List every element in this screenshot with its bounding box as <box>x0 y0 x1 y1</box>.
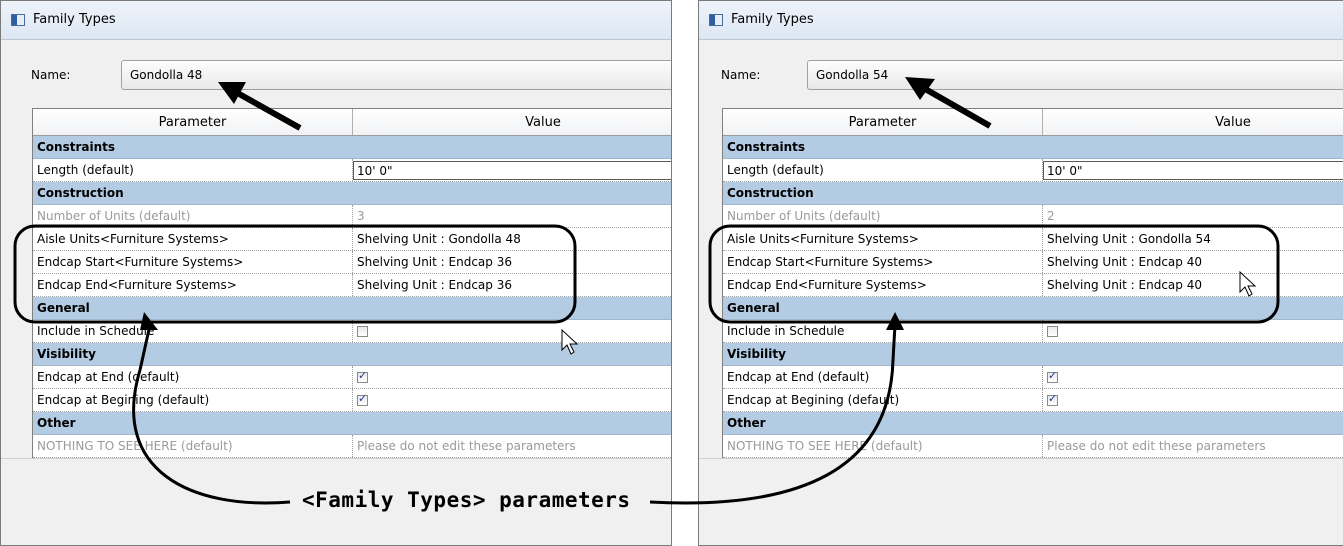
window-title: Family Types <box>33 12 116 27</box>
param-name: Endcap at End (default) <box>33 366 353 388</box>
type-name-value: Gondolla 54 <box>816 68 889 82</box>
length-value-input[interactable]: 10' 0" <box>353 160 671 180</box>
callout-label: <Family Types> parameters <box>296 488 637 512</box>
type-name-dropdown[interactable]: Gondolla 54 <box>807 60 1343 90</box>
group-constraints[interactable]: Constraints <box>723 136 1343 159</box>
param-name: Endcap End<Furniture Systems> <box>723 274 1043 296</box>
param-name: Endcap Start<Furniture Systems> <box>33 251 353 273</box>
param-row-nothing-to-see: NOTHING TO SEE HERE (default) Please do … <box>33 435 671 458</box>
window-icon <box>709 14 723 26</box>
param-name: Aisle Units<Furniture Systems> <box>33 228 353 250</box>
title-bar: Family Types <box>1 1 671 40</box>
param-row-number-of-units: Number of Units (default) 3 <box>33 205 671 228</box>
param-name: Number of Units (default) <box>723 205 1043 227</box>
param-row-number-of-units: Number of Units (default) 2 <box>723 205 1343 228</box>
param-row-endcap-start[interactable]: Endcap Start<Furniture Systems> Shelving… <box>723 251 1343 274</box>
group-visibility[interactable]: Visibility <box>33 343 671 366</box>
include-in-schedule-checkbox[interactable] <box>1047 325 1058 337</box>
param-value[interactable]: Shelving Unit : Gondolla 48 <box>353 228 671 250</box>
param-row-endcap-at-end[interactable]: Endcap at End (default) <box>33 366 671 389</box>
type-name-dropdown[interactable]: Gondolla 48 <box>121 60 671 90</box>
param-name: NOTHING TO SEE HERE (default) <box>33 435 353 457</box>
group-general[interactable]: General <box>33 297 671 320</box>
param-name: Include in Schedule <box>723 320 1043 342</box>
name-label: Name: <box>31 68 71 82</box>
group-general[interactable]: General <box>723 297 1343 320</box>
param-row-nothing-to-see: NOTHING TO SEE HERE (default) Please do … <box>723 435 1343 458</box>
param-name: Endcap Start<Furniture Systems> <box>723 251 1043 273</box>
window-title: Family Types <box>731 12 814 27</box>
param-row-endcap-at-begining[interactable]: Endcap at Begining (default) <box>33 389 671 412</box>
param-value: 3 <box>357 209 365 223</box>
group-other[interactable]: Other <box>33 412 671 435</box>
param-row-length[interactable]: Length (default) 10' 0" <box>33 159 671 182</box>
type-name-value: Gondolla 48 <box>130 68 203 82</box>
group-other[interactable]: Other <box>723 412 1343 435</box>
param-row-include-in-schedule[interactable]: Include in Schedule <box>723 320 1343 343</box>
endcap-at-begining-checkbox[interactable] <box>357 392 368 406</box>
endcap-at-begining-checkbox[interactable] <box>1047 392 1058 406</box>
param-row-endcap-end[interactable]: Endcap End<Furniture Systems> Shelving U… <box>33 274 671 297</box>
group-construction[interactable]: Construction <box>723 182 1343 205</box>
param-name: Aisle Units<Furniture Systems> <box>723 228 1043 250</box>
param-row-aisle-units[interactable]: Aisle Units<Furniture Systems> Shelving … <box>33 228 671 251</box>
param-value[interactable]: Shelving Unit : Endcap 40 <box>1043 251 1343 273</box>
family-types-dialog-right: Family Types Name: Gondolla 54 Parameter… <box>698 0 1343 546</box>
param-value[interactable]: Shelving Unit : Endcap 36 <box>353 274 671 296</box>
family-types-dialog-left: Family Types Name: Gondolla 48 Parameter… <box>0 0 672 546</box>
param-value[interactable]: Shelving Unit : Endcap 40 <box>1043 274 1343 296</box>
param-name: Endcap at End (default) <box>723 366 1043 388</box>
dialog-footer <box>699 458 1343 545</box>
param-name: Length (default) <box>33 159 353 181</box>
parameter-column-header[interactable]: Parameter <box>33 109 353 135</box>
param-row-include-in-schedule[interactable]: Include in Schedule <box>33 320 671 343</box>
param-row-aisle-units[interactable]: Aisle Units<Furniture Systems> Shelving … <box>723 228 1343 251</box>
length-value-input[interactable]: 10' 0" <box>1043 160 1343 180</box>
window-icon <box>11 14 25 26</box>
param-name: Endcap at Begining (default) <box>723 389 1043 411</box>
grid-header: Parameter Value <box>723 109 1343 136</box>
param-row-endcap-at-begining[interactable]: Endcap at Begining (default) <box>723 389 1343 412</box>
include-in-schedule-checkbox[interactable] <box>357 325 368 337</box>
param-row-endcap-end[interactable]: Endcap End<Furniture Systems> Shelving U… <box>723 274 1343 297</box>
param-value[interactable]: Shelving Unit : Gondolla 54 <box>1043 228 1343 250</box>
parameter-column-header[interactable]: Parameter <box>723 109 1043 135</box>
param-value: 2 <box>1047 209 1055 223</box>
param-name: Include in Schedule <box>33 320 353 342</box>
endcap-at-end-checkbox[interactable] <box>1047 369 1058 383</box>
group-construction[interactable]: Construction <box>33 182 671 205</box>
param-name: Endcap End<Furniture Systems> <box>33 274 353 296</box>
value-column-header[interactable]: Value <box>353 109 671 135</box>
name-label: Name: <box>721 68 761 82</box>
parameters-grid: Parameter Value Constraints Length (defa… <box>722 108 1343 458</box>
endcap-at-end-checkbox[interactable] <box>357 369 368 383</box>
param-name: NOTHING TO SEE HERE (default) <box>723 435 1043 457</box>
param-row-endcap-start[interactable]: Endcap Start<Furniture Systems> Shelving… <box>33 251 671 274</box>
title-bar: Family Types <box>699 1 1343 40</box>
param-row-endcap-at-end[interactable]: Endcap at End (default) <box>723 366 1343 389</box>
param-name: Number of Units (default) <box>33 205 353 227</box>
group-constraints[interactable]: Constraints <box>33 136 671 159</box>
param-value: Please do not edit these parameters <box>1047 439 1266 453</box>
param-row-length[interactable]: Length (default) 10' 0" <box>723 159 1343 182</box>
grid-header: Parameter Value <box>33 109 671 136</box>
value-column-header[interactable]: Value <box>1043 109 1343 135</box>
param-name: Endcap at Begining (default) <box>33 389 353 411</box>
parameters-grid: Parameter Value Constraints Length (defa… <box>32 108 671 458</box>
param-name: Length (default) <box>723 159 1043 181</box>
param-value[interactable]: Shelving Unit : Endcap 36 <box>353 251 671 273</box>
param-value: Please do not edit these parameters <box>357 439 576 453</box>
group-visibility[interactable]: Visibility <box>723 343 1343 366</box>
